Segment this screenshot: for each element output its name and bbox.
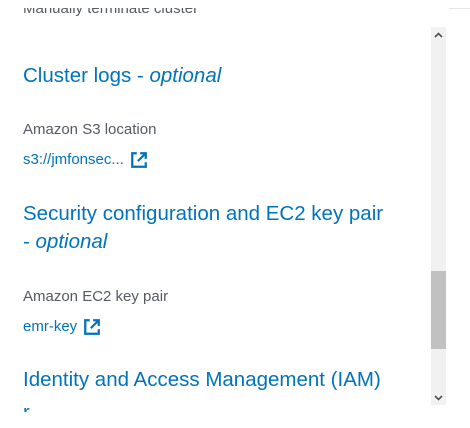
scrollbar-thumb[interactable] [431,271,446,349]
iam-cutoff-text: r [23,403,30,412]
security-config-title-line2: - [23,230,36,253]
cluster-logs-heading: Cluster logs - optional [23,62,433,90]
chevron-down-icon [434,394,443,401]
ec2-key-pair-label: Amazon EC2 key pair [23,288,169,305]
vertical-scrollbar[interactable] [431,27,446,405]
s3-location-label: Amazon S3 location [23,121,157,138]
security-config-title-line1: Security configuration and EC2 key pair [23,202,384,225]
scroll-up-button[interactable] [431,27,446,42]
external-link-icon [84,319,101,335]
s3-location-link-text: s3://jmfonsec... [23,151,124,168]
chevron-up-icon [434,31,443,38]
external-link-icon [131,152,147,168]
optional-label: optional [35,230,108,253]
s3-location-link[interactable]: s3://jmfonsec... [23,150,148,170]
ec2-key-pair-link-text: emr-key [23,318,78,335]
security-config-heading: Security configuration and EC2 key pair … [23,200,433,256]
cluster-logs-title: Cluster logs - [23,64,150,87]
cluster-details-panel: Manually terminate cluster Cluster logs … [0,8,449,412]
iam-heading: Identity and Access Management (IAM) [23,368,381,391]
optional-label: optional [149,64,222,87]
ec2-key-pair-link[interactable]: emr-key [23,317,101,337]
cutoff-termination-text: Manually terminate cluster [23,8,199,17]
scroll-down-button[interactable] [431,390,446,405]
